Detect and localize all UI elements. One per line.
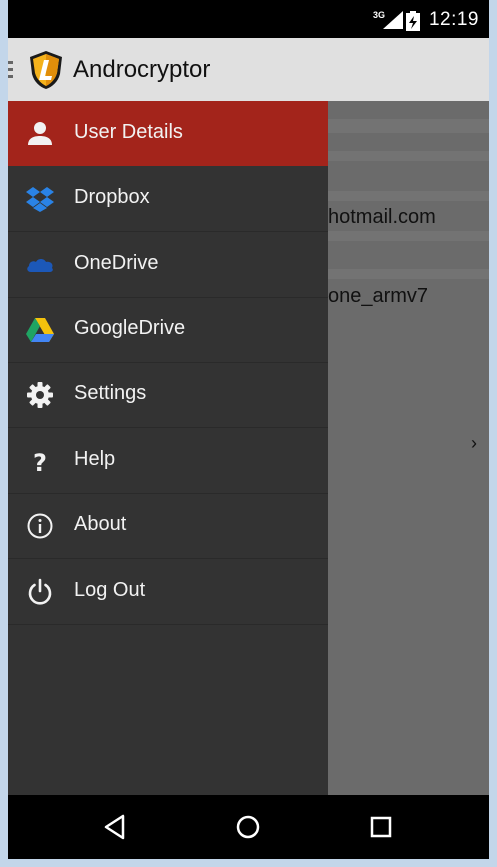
- battery-icon: [406, 11, 420, 31]
- drawer-item-label: Log Out: [74, 579, 146, 601]
- dropbox-icon: [26, 187, 54, 212]
- window-frame-bottom: [0, 859, 497, 867]
- gear-icon: [27, 382, 53, 408]
- person-icon: [28, 122, 52, 145]
- chevron-right-icon: ›: [471, 433, 477, 453]
- svg-text:?: ?: [33, 449, 47, 476]
- drawer-item-help[interactable]: ? Help: [8, 428, 328, 494]
- drawer-item-dropbox[interactable]: Dropbox: [8, 166, 328, 232]
- help-icon: ?: [33, 449, 47, 476]
- home-icon[interactable]: [232, 811, 264, 843]
- system-navigation-bar: [8, 795, 489, 859]
- drawer-item-user-details[interactable]: User Details: [8, 101, 328, 166]
- navigation-drawer: User Details Dropbox OneDrive GoogleDriv…: [8, 101, 328, 795]
- status-bar: 3G 12:19: [8, 0, 489, 38]
- back-icon[interactable]: [100, 811, 132, 843]
- app-bar: Androcryptor: [8, 38, 489, 102]
- drawer-item-log-out[interactable]: Log Out: [8, 559, 328, 625]
- device-value-fragment: one_armv7: [328, 285, 429, 307]
- drawer-item-googledrive[interactable]: GoogleDrive: [8, 297, 328, 363]
- app-logo-icon: [30, 51, 62, 89]
- drawer-item-label: User Details: [74, 121, 183, 143]
- phone-screen: 3G 12:19 Androcryptor hotmail.com one_ar…: [8, 0, 489, 859]
- info-icon: [27, 513, 53, 539]
- status-clock: 12:19: [428, 9, 479, 30]
- recents-icon[interactable]: [365, 811, 397, 843]
- drawer-item-settings[interactable]: Settings: [8, 362, 328, 428]
- signal-icon: [383, 11, 403, 29]
- googledrive-icon: [26, 318, 54, 342]
- drawer-item-label: GoogleDrive: [74, 317, 186, 339]
- drawer-item-label: Settings: [74, 382, 147, 404]
- email-value-fragment: hotmail.com: [328, 206, 436, 228]
- app-title: Androcryptor: [73, 56, 211, 83]
- drawer-item-about[interactable]: About: [8, 493, 328, 559]
- drawer-item-label: Help: [74, 448, 116, 470]
- power-icon: [28, 578, 52, 605]
- drawer-item-onedrive[interactable]: OneDrive: [8, 232, 328, 298]
- drawer-item-label: OneDrive: [74, 252, 159, 274]
- drawer-item-label: About: [74, 513, 127, 535]
- onedrive-icon: [27, 259, 53, 272]
- hamburger-icon[interactable]: [8, 61, 16, 81]
- drawer-item-label: Dropbox: [74, 186, 150, 208]
